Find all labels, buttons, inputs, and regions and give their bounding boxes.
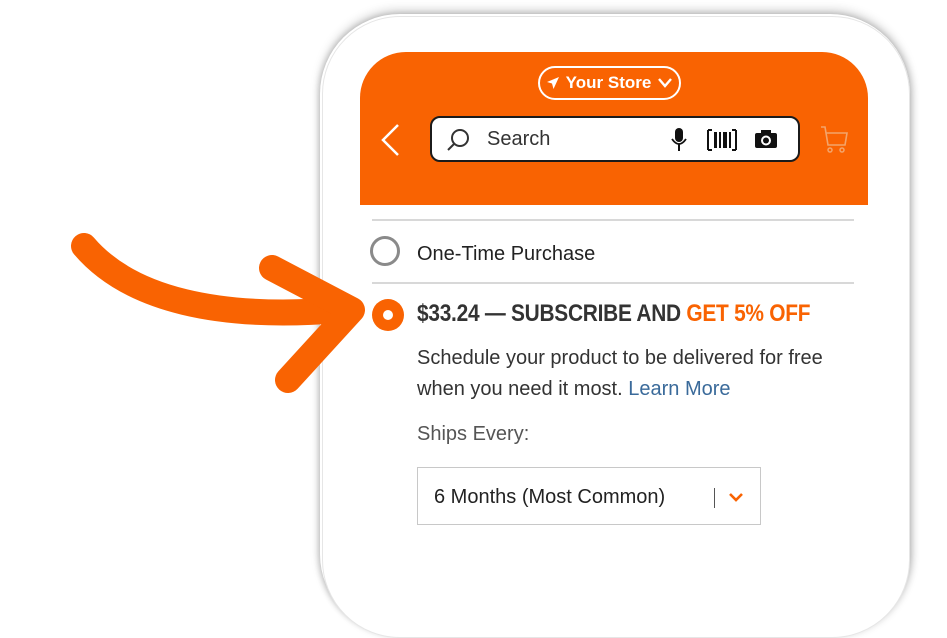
subscribe-price: $33.24 <box>417 300 480 327</box>
subscribe-discount: GET 5% OFF <box>686 300 811 327</box>
store-selector-button[interactable]: Your Store <box>538 66 681 100</box>
location-arrow-icon <box>546 77 559 89</box>
microphone-icon[interactable] <box>671 127 687 153</box>
search-icon <box>447 129 469 151</box>
subscribe-description: Schedule your product to be delivered fo… <box>417 343 857 405</box>
chevron-down-icon <box>658 78 673 88</box>
chevron-down-icon <box>729 493 743 502</box>
one-time-purchase-label[interactable]: One-Time Purchase <box>417 243 595 266</box>
divider <box>372 219 854 221</box>
frequency-select[interactable]: 6 Months (Most Common) <box>417 467 761 525</box>
divider <box>372 282 854 284</box>
subscribe-dash: — <box>479 300 512 327</box>
cart-icon[interactable] <box>820 124 848 154</box>
subscribe-description-text: Schedule your product to be delivered fo… <box>417 347 823 400</box>
pointer-arrow <box>71 233 365 393</box>
subscribe-label: SUBSCRIBE AND <box>511 300 687 327</box>
search-input[interactable]: Search <box>487 128 550 151</box>
ships-every-label: Ships Every: <box>417 423 530 445</box>
subscribe-option-label[interactable]: $33.24 — SUBSCRIBE AND GET 5% OFF <box>417 300 811 328</box>
back-chevron-icon[interactable] <box>378 122 402 158</box>
search-bar[interactable]: Search <box>430 116 800 162</box>
barcode-icon[interactable] <box>707 129 737 151</box>
select-separator <box>714 488 715 508</box>
frequency-selected-value: 6 Months (Most Common) <box>434 486 666 508</box>
store-label: Your Store <box>565 73 652 92</box>
camera-icon[interactable] <box>754 128 778 150</box>
learn-more-link[interactable]: Learn More <box>628 378 730 400</box>
